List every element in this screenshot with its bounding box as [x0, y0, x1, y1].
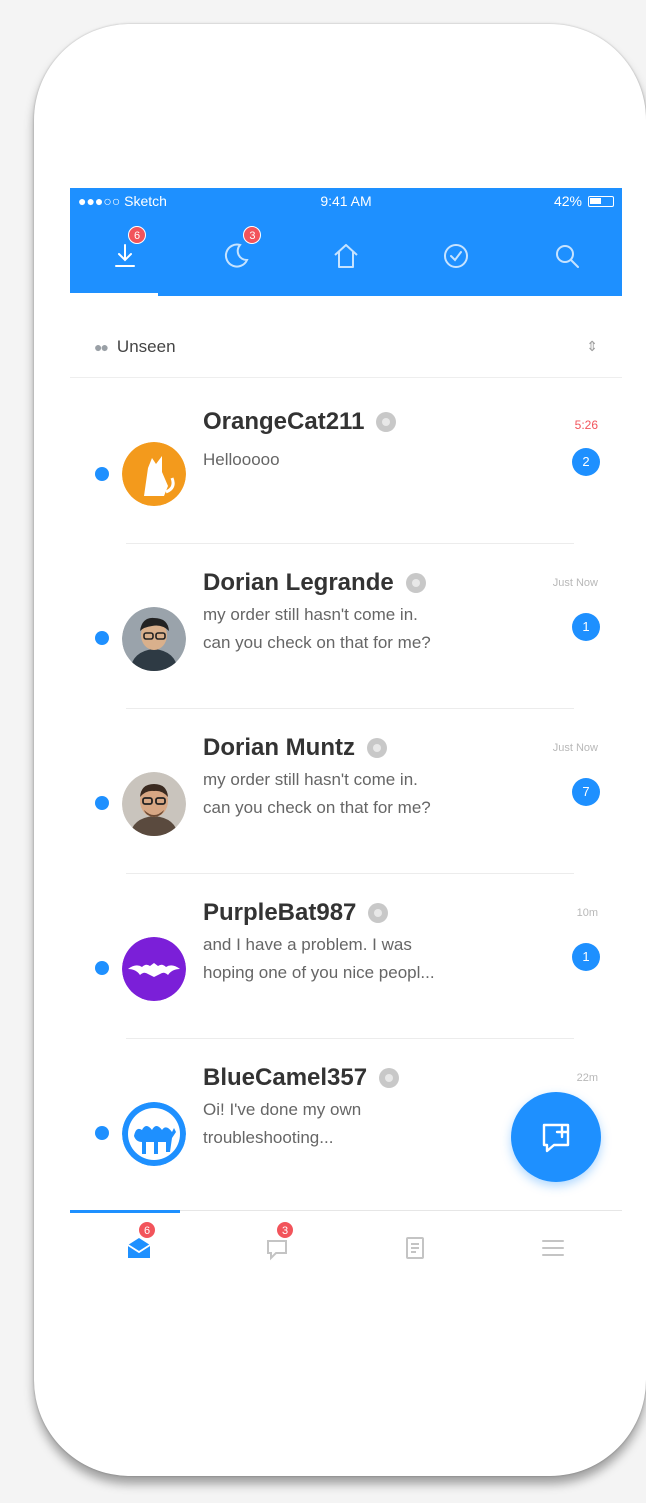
- conversation-name-text: OrangeCat211: [203, 408, 365, 435]
- conversation-name: PurpleBat987: [203, 899, 389, 927]
- conversation-name-text: Dorian Legrande: [203, 569, 394, 596]
- tab-search[interactable]: [512, 216, 622, 296]
- unread-dot-icon: [95, 631, 109, 645]
- conversation-preview: and I have a problem. I was hoping one o…: [203, 931, 533, 987]
- conversation-item[interactable]: Dorian Muntz my order still hasn't come …: [70, 714, 622, 879]
- nav-menu[interactable]: [484, 1211, 622, 1283]
- search-icon: [555, 245, 579, 268]
- conversation-preview: my order still hasn't come in. can you c…: [203, 601, 533, 657]
- bottom-navigation: 6 3: [70, 1210, 622, 1283]
- list-divider: [126, 543, 574, 544]
- new-conversation-button[interactable]: [511, 1092, 601, 1182]
- list-divider: [126, 873, 574, 874]
- preview-line: and I have a problem. I was: [203, 935, 412, 954]
- clock: 9:41 AM: [320, 193, 372, 209]
- filter-label: Unseen: [116, 336, 176, 356]
- battery-percent: 42%: [553, 193, 582, 209]
- status-icon: [379, 1068, 400, 1088]
- unread-count-badge: 1: [572, 613, 600, 641]
- list-divider: [126, 1038, 574, 1039]
- nav-inbox[interactable]: 6: [70, 1210, 208, 1283]
- conversation-time: 10m: [576, 907, 598, 919]
- conversation-preview: Hellooooo: [203, 446, 533, 474]
- unread-count-badge: 2: [572, 448, 600, 476]
- conversation-item[interactable]: OrangeCat211 Hellooooo 5:26 2: [70, 384, 622, 549]
- check-circle-icon: [444, 244, 469, 268]
- conversation-name: Dorian Muntz: [203, 734, 387, 762]
- unread-dot-icon: [95, 796, 109, 810]
- menu-icon: [542, 1239, 564, 1256]
- compose-chat-icon: [542, 1123, 570, 1153]
- moon-icon: [224, 243, 249, 268]
- tab-home[interactable]: [291, 216, 401, 296]
- preview-line: Oi! I've done my own: [203, 1100, 362, 1119]
- preview-line: can you check on that for me?: [203, 633, 431, 652]
- list-divider: [126, 708, 574, 709]
- status-icon: [405, 573, 426, 593]
- nav-chats[interactable]: 3: [208, 1211, 346, 1283]
- conversation-item[interactable]: PurpleBat987 and I have a problem. I was…: [70, 879, 622, 1044]
- top-tabs: 6 3: [70, 216, 622, 296]
- preview-line: hoping one of you nice peopl...: [203, 963, 435, 982]
- conversation-name-text: Dorian Muntz: [203, 734, 355, 761]
- dorian-legrande-avatar: [122, 607, 186, 671]
- nav-chats-badge: 3: [276, 1221, 294, 1239]
- status-bar: ●●●○○ Sketch 9:41 AM 42%: [70, 188, 622, 214]
- unread-dot-icon: [95, 467, 109, 481]
- blue-camel-avatar-icon: [122, 1102, 186, 1166]
- battery-status: 42%: [554, 188, 614, 214]
- conversation-time: 22m: [576, 1072, 598, 1084]
- purple-bat-avatar-icon: [122, 937, 186, 1001]
- preview-line: my order still hasn't come in.: [203, 770, 418, 789]
- nav-inbox-badge: 6: [138, 1221, 156, 1239]
- conversation-name: OrangeCat211: [203, 408, 397, 436]
- conversation-preview: Oi! I've done my own troubleshooting...: [203, 1096, 533, 1152]
- tab-downloads-badge: 6: [128, 226, 146, 244]
- status-icon: [368, 903, 389, 923]
- conversation-name-text: PurpleBat987: [203, 899, 357, 926]
- nav-documents[interactable]: [346, 1211, 484, 1283]
- unread-count-badge: 1: [572, 943, 600, 971]
- download-icon: [115, 244, 136, 267]
- tab-snoozed[interactable]: 3: [180, 216, 290, 296]
- tab-snoozed-badge: 3: [243, 226, 262, 244]
- conversation-preview: my order still hasn't come in. can you c…: [203, 766, 533, 822]
- preview-line: troubleshooting...: [203, 1128, 334, 1147]
- conversation-name: BlueCamel357: [203, 1064, 400, 1092]
- top-app-bar: ●●●○○ Sketch 9:41 AM 42% 6 3: [70, 188, 622, 296]
- preview-line: my order still hasn't come in.: [203, 605, 418, 624]
- home-icon: [334, 244, 358, 268]
- conversation-time: Just Now: [552, 742, 598, 754]
- orange-cat-avatar-icon: [122, 442, 186, 506]
- conversation-time: Just Now: [552, 577, 598, 589]
- conversation-time: 5:26: [574, 418, 598, 432]
- app-screen: ●●●○○ Sketch 9:41 AM 42% 6 3 ●● Unseen ⇕…: [70, 188, 622, 1283]
- sort-arrows-icon: ⇕: [586, 338, 598, 354]
- tab-resolved[interactable]: [401, 216, 511, 296]
- preview-line: Hellooooo: [203, 450, 280, 469]
- document-icon: [406, 1236, 424, 1259]
- status-icon: [376, 412, 397, 432]
- unread-dot-icon: [95, 1126, 109, 1140]
- status-icon: [366, 738, 387, 758]
- unread-count-badge: 7: [572, 778, 600, 806]
- unread-dot-icon: [95, 961, 109, 975]
- conversation-name-text: BlueCamel357: [203, 1064, 368, 1091]
- tab-downloads[interactable]: 6: [70, 216, 180, 296]
- preview-line: can you check on that for me?: [203, 798, 431, 817]
- filter-dots-icon: ●●: [94, 338, 109, 355]
- dorian-muntz-avatar: [122, 772, 186, 836]
- conversation-item[interactable]: Dorian Legrande my order still hasn't co…: [70, 549, 622, 714]
- filter-dropdown[interactable]: ●● Unseen ⇕: [70, 316, 622, 378]
- conversation-name: Dorian Legrande: [203, 569, 426, 597]
- battery-icon: [588, 195, 614, 207]
